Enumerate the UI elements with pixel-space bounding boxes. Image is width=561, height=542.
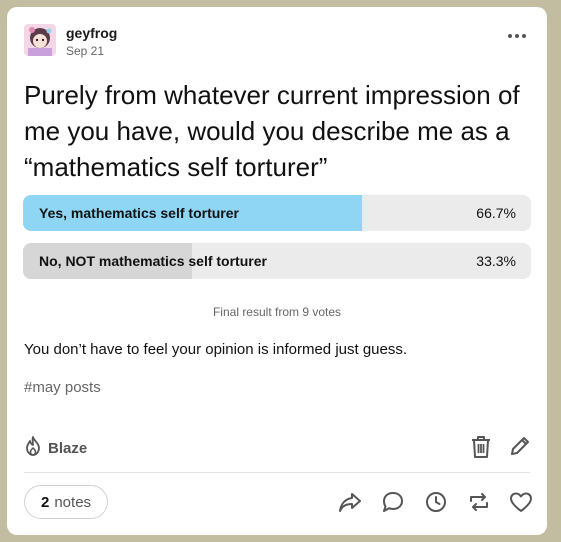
clock-icon[interactable]: [424, 490, 448, 519]
flame-icon: [24, 435, 42, 461]
poll-option-no[interactable]: No, NOT mathematics self torturer 33.3%: [23, 243, 531, 279]
post-body: You don’t have to feel your opinion is i…: [24, 341, 408, 358]
post-date[interactable]: Sep 21: [66, 44, 104, 58]
notes-button[interactable]: 2 notes: [24, 485, 109, 519]
reblog-icon[interactable]: [467, 491, 491, 518]
share-icon[interactable]: [338, 491, 362, 518]
poll-option-yes[interactable]: Yes, mathematics self torturer 66.7%: [23, 195, 531, 231]
avatar[interactable]: [24, 24, 56, 56]
post-card: geyfrog Sep 21 Purely from whatever curr…: [7, 7, 547, 535]
trash-icon[interactable]: [470, 435, 492, 464]
poll-option-percent: 66.7%: [476, 205, 516, 221]
username[interactable]: geyfrog: [66, 25, 117, 41]
poll-option-percent: 33.3%: [476, 253, 516, 269]
heart-icon[interactable]: [509, 491, 533, 518]
notes-label: notes: [54, 493, 92, 511]
poll-option-label: No, NOT mathematics self torturer: [39, 253, 267, 269]
poll-final-result: Final result from 9 votes: [212, 305, 342, 319]
more-options-icon[interactable]: [505, 29, 529, 43]
blaze-button[interactable]: Blaze: [24, 435, 88, 461]
poll-option-label: Yes, mathematics self torturer: [39, 205, 239, 221]
post-tag[interactable]: #may posts: [24, 379, 101, 396]
poll-question: Purely from whatever current impression …: [24, 80, 520, 182]
pencil-icon[interactable]: [509, 435, 531, 462]
blaze-label: Blaze: [48, 439, 88, 457]
footer-divider: [24, 472, 530, 473]
notes-count: 2: [41, 493, 50, 511]
reply-icon[interactable]: [381, 491, 405, 518]
